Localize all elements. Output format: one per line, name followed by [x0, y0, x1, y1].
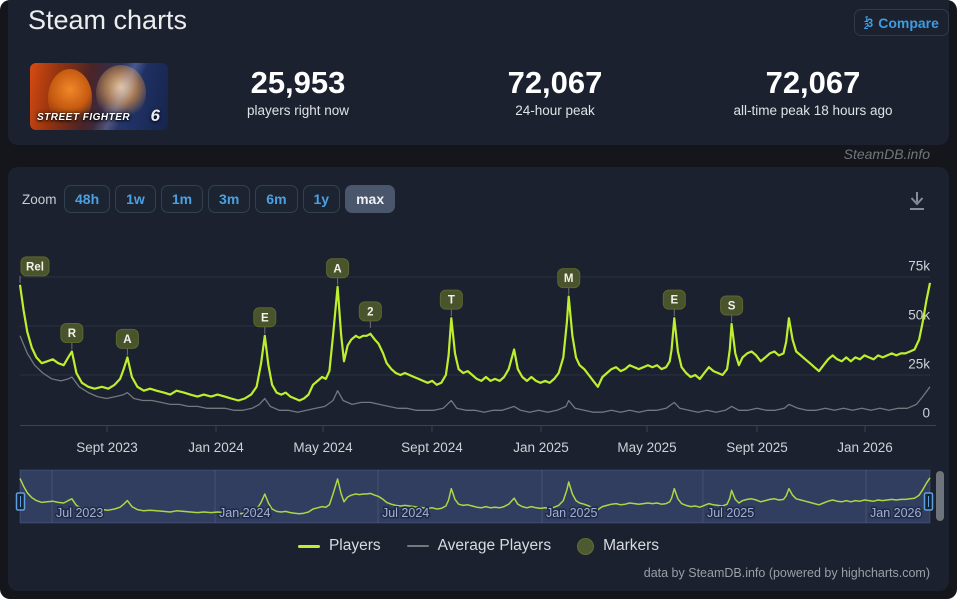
marker-label: S: [728, 301, 736, 313]
zoom-range-1y[interactable]: 1y: [303, 185, 341, 213]
compare-button-label: Compare: [878, 15, 939, 31]
chart-legend: Players Average Players Markers: [0, 537, 957, 555]
legend-label-average-players: Average Players: [438, 537, 551, 555]
stat-label: players right now: [188, 103, 408, 118]
marker-label: 2: [367, 306, 373, 318]
navigator[interactable]: [20, 470, 930, 523]
zoom-range-48h[interactable]: 48h: [64, 185, 110, 213]
stat-value: 25,953: [188, 66, 408, 100]
navigator-handle-left[interactable]: [17, 493, 25, 510]
navigator-handle-right[interactable]: [925, 493, 933, 510]
marker-label: A: [333, 263, 341, 275]
players-line-swatch: [298, 545, 320, 548]
page-title: Steam charts: [28, 5, 187, 36]
compare-button[interactable]: 123 Compare: [854, 9, 949, 36]
marker-label: R: [68, 328, 77, 340]
chart-credits: data by SteamDB.info (powered by highcha…: [644, 566, 930, 580]
game-capsule-title: STREET FIGHTER: [37, 112, 130, 123]
numeric-sort-icon: 123: [864, 16, 873, 30]
steamdb-charts-page: Steam charts 123 Compare STREET FIGHTER …: [0, 0, 957, 599]
chart-plot-area[interactable]: [20, 240, 930, 430]
zoom-range-3m[interactable]: 3m: [208, 185, 250, 213]
marker-label: E: [670, 295, 678, 307]
zoom-range-6m[interactable]: 6m: [255, 185, 297, 213]
legend-item-players[interactable]: Players: [298, 537, 381, 555]
marker-label: T: [448, 295, 455, 307]
stat-label: all-time peak 18 hours ago: [680, 103, 946, 118]
stat-value: 72,067: [680, 66, 946, 100]
legend-label-players: Players: [329, 537, 381, 555]
zoom-label: Zoom: [22, 192, 57, 207]
stat-label: 24-hour peak: [445, 103, 665, 118]
header-panel: Steam charts 123 Compare STREET FIGHTER …: [8, 0, 949, 145]
download-chart-icon[interactable]: [903, 188, 931, 214]
marker-label: M: [564, 273, 574, 285]
zoom-range-1m[interactable]: 1m: [161, 185, 203, 213]
game-capsule[interactable]: STREET FIGHTER 6: [30, 63, 168, 130]
stat-players-now: 25,953 players right now: [188, 66, 408, 118]
stat-24h-peak: 72,067 24-hour peak: [445, 66, 665, 118]
zoom-range-group: 48h1w1m3m6m1ymax: [64, 185, 395, 213]
stat-alltime-peak: 72,067 all-time peak 18 hours ago: [680, 66, 946, 118]
zoom-range-1w[interactable]: 1w: [115, 185, 156, 213]
steamdb-watermark: SteamDB.info: [844, 146, 930, 162]
legend-item-average-players[interactable]: Average Players: [407, 537, 551, 555]
game-capsule-number: 6: [151, 106, 160, 126]
legend-label-markers: Markers: [603, 537, 659, 555]
marker-label: A: [123, 334, 131, 346]
zoom-range-max[interactable]: max: [345, 185, 395, 213]
stat-value: 72,067: [445, 66, 665, 100]
marker-label: Rel: [26, 261, 44, 273]
navigator-scrollbar[interactable]: [936, 471, 944, 521]
legend-item-markers[interactable]: Markers: [577, 537, 659, 555]
average-line-swatch: [407, 545, 429, 547]
markers-dot-swatch: [577, 538, 594, 555]
marker-label: E: [261, 312, 269, 324]
